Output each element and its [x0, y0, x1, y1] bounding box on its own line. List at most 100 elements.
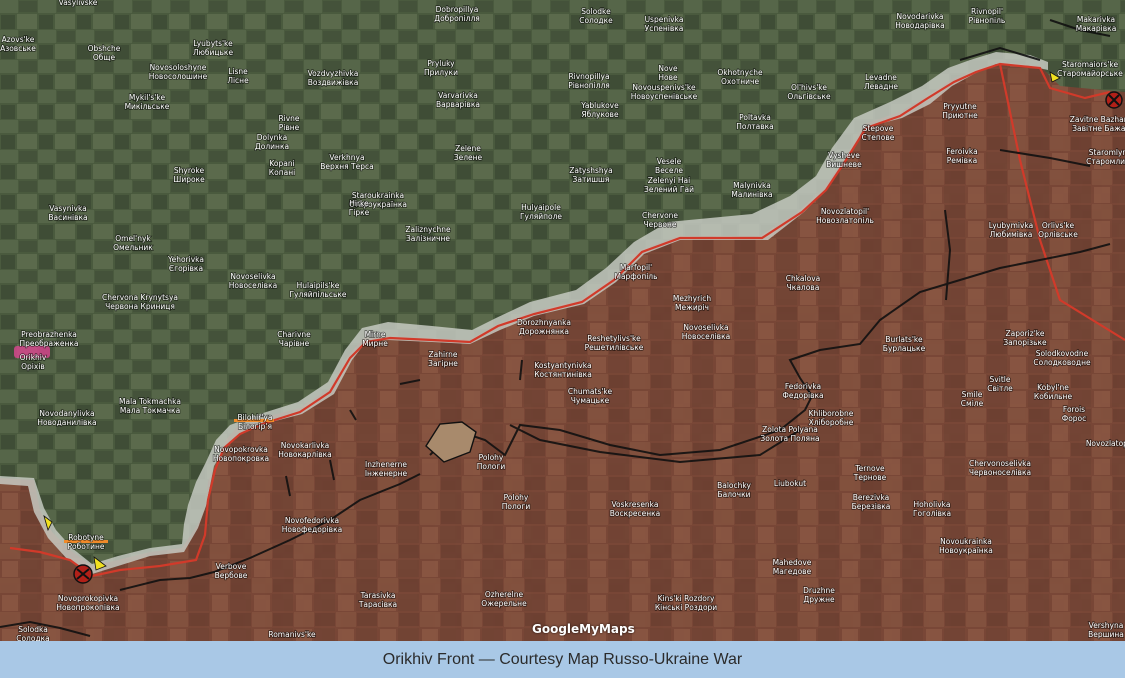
place-label[interactable]: Novoselivka: [683, 322, 730, 333]
place-label[interactable]: Forois: [1062, 404, 1086, 415]
place-label[interactable]: Staromlyn: [1088, 147, 1125, 158]
place-label[interactable]: Hirke: [348, 198, 369, 209]
place-label[interactable]: Dobropillya: [435, 4, 479, 15]
place-label[interactable]: Mirne: [364, 329, 387, 340]
place-label[interactable]: Liubokut: [773, 478, 807, 489]
place-label[interactable]: Mahedove: [772, 557, 813, 568]
place-label[interactable]: Shyroke: [173, 165, 205, 176]
place-label[interactable]: Pryyutne: [942, 101, 977, 112]
place-label[interactable]: Vesele: [656, 156, 682, 167]
place-label[interactable]: Malynivka: [732, 180, 771, 191]
place-label[interactable]: Novokarlivka: [280, 440, 330, 451]
place-label[interactable]: Druzhne: [802, 585, 836, 596]
place-label[interactable]: Ol'hivs'ke: [790, 82, 828, 93]
place-label[interactable]: Preobrazhenka: [20, 329, 77, 340]
place-label[interactable]: Vozdvyzhivka: [307, 68, 359, 79]
place-label[interactable]: Ternove: [854, 463, 886, 474]
place-label[interactable]: Makarivka: [1076, 14, 1116, 25]
place-label[interactable]: Novofedorivka: [284, 515, 340, 526]
place-label[interactable]: Zavitne Bazhannya: [1069, 114, 1125, 125]
place-label[interactable]: Vasylivske: [58, 0, 99, 8]
explosion-marker-icon[interactable]: [1105, 91, 1123, 109]
place-label[interactable]: Stepove: [862, 123, 895, 134]
place-label[interactable]: Omel'nyk: [114, 233, 152, 244]
place-label[interactable]: Robotyne: [67, 532, 105, 543]
place-label[interactable]: Inzhenerne: [364, 459, 408, 470]
place-label[interactable]: Zaporiz'ke: [1005, 328, 1046, 339]
place-label[interactable]: Poltavka: [738, 112, 771, 123]
place-label[interactable]: Tarasivka: [359, 590, 396, 601]
place-label[interactable]: Novozlatopil': [820, 206, 870, 217]
place-label[interactable]: Nove: [658, 63, 679, 74]
place-label[interactable]: Vysheve: [827, 150, 861, 161]
place-label[interactable]: Zelene: [454, 143, 482, 154]
place-label[interactable]: Kostyantynivka: [534, 360, 593, 371]
place-label[interactable]: Novouspenivs'ke: [632, 82, 697, 93]
place-label[interactable]: Verkhnya: [329, 152, 366, 163]
place-label[interactable]: Lisne: [227, 66, 249, 77]
place-label[interactable]: Novozlatopil': [1085, 438, 1125, 449]
place-label[interactable]: Chervonoselivka: [968, 458, 1032, 469]
place-label[interactable]: Chkalova: [785, 273, 821, 284]
place-label[interactable]: Lyubymivka: [988, 220, 1034, 231]
place-label[interactable]: Varvarivka: [437, 90, 478, 101]
place-label[interactable]: Rivnopil': [970, 6, 1004, 17]
place-label[interactable]: Orikhiv: [19, 352, 48, 363]
place-label[interactable]: Uspenivka: [644, 14, 684, 25]
place-label[interactable]: Rivne: [278, 113, 301, 124]
place-label[interactable]: Yehorivka: [166, 254, 205, 265]
place-label[interactable]: Novopokrovka: [213, 444, 268, 455]
place-label[interactable]: Kopani: [269, 158, 296, 169]
place-label[interactable]: Kins'ki Rozdory: [657, 593, 716, 604]
place-label[interactable]: Vershyna: [1088, 620, 1124, 631]
place-label[interactable]: Orlivs'ke: [1041, 220, 1075, 231]
place-label[interactable]: Okhotnyche: [717, 67, 764, 78]
place-label[interactable]: Novosoloshyne: [149, 62, 208, 73]
map-canvas[interactable]: DobropillyaДобропілля SolodkeСолодке Uspen…: [0, 0, 1125, 641]
place-label[interactable]: Solodkovodne: [1035, 348, 1090, 359]
place-label[interactable]: Hulyaipole: [520, 202, 562, 213]
place-label[interactable]: Romanivs'ke: [268, 629, 317, 640]
place-label[interactable]: Dolynka: [256, 132, 288, 143]
place-label[interactable]: Staromaiors'ke: [1061, 59, 1119, 70]
place-label[interactable]: Chervona Krynytsya: [101, 292, 179, 303]
place-label[interactable]: Khliborobne: [808, 408, 855, 419]
place-label[interactable]: Balochky: [716, 480, 752, 491]
map-view[interactable]: Dobropillya Добропілля Solodke Солодке Uspen…: [0, 0, 1125, 641]
place-label[interactable]: Smile: [961, 389, 984, 400]
place-label[interactable]: Novodanylivka: [39, 408, 96, 419]
place-label[interactable]: Novoprokopivka: [57, 593, 119, 604]
place-label[interactable]: Svitle: [989, 374, 1012, 385]
place-label[interactable]: Pryluky: [427, 58, 456, 69]
place-label[interactable]: Mykil's'ke: [128, 92, 166, 103]
place-label[interactable]: Feroivka: [946, 146, 979, 157]
place-label[interactable]: Ozherelne: [484, 589, 524, 600]
place-label[interactable]: Voskresenka: [611, 499, 660, 510]
place-label[interactable]: Vasynivka: [48, 203, 87, 214]
place-label[interactable]: Novoselivka: [230, 271, 277, 282]
place-label[interactable]: Novoukrainka: [939, 536, 992, 547]
place-label[interactable]: Lyubyts'ke: [192, 38, 233, 49]
place-label[interactable]: Fedorivka: [784, 381, 822, 392]
place-label[interactable]: Verbove: [215, 561, 248, 572]
place-label[interactable]: Zaliznychne: [405, 224, 452, 235]
place-label[interactable]: Mezhyrich: [672, 293, 712, 304]
place-label[interactable]: Berezivka: [852, 492, 890, 503]
place-label[interactable]: Levadne: [864, 72, 898, 83]
place-label[interactable]: Marfopil': [619, 262, 653, 273]
place-label[interactable]: Reshetylivs'ke: [586, 333, 641, 344]
place-label[interactable]: Kobyl'ne: [1036, 382, 1070, 393]
place-label[interactable]: Obshche: [87, 43, 122, 54]
place-label[interactable]: Polohy: [478, 452, 505, 463]
place-label[interactable]: Hulaipils'ke: [296, 280, 341, 291]
place-label[interactable]: Hoholivka: [913, 499, 952, 510]
place-label[interactable]: Novodarivka: [896, 11, 945, 22]
place-label[interactable]: Zolota Polyana: [761, 424, 818, 435]
place-label[interactable]: Dorozhnyanka: [516, 317, 572, 328]
explosion-marker-icon[interactable]: [73, 564, 93, 584]
place-label[interactable]: Yablukove: [579, 100, 619, 111]
place-label[interactable]: Zatyshshya: [568, 165, 613, 176]
place-label[interactable]: Mala Tokmachka: [118, 396, 182, 407]
place-label[interactable]: Zelenyi Hai: [647, 175, 691, 186]
place-label[interactable]: Azovs'ke: [1, 34, 36, 45]
